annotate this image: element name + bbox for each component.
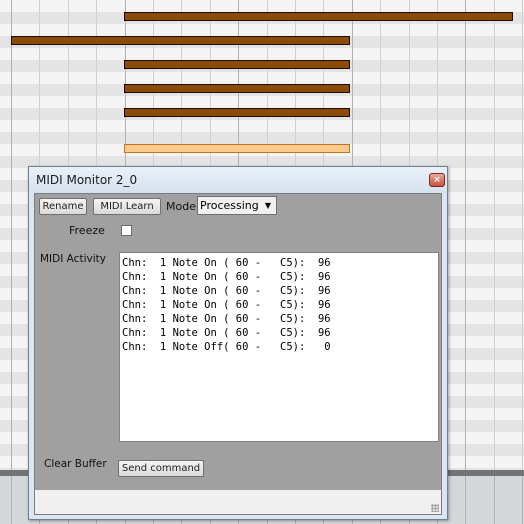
- resize-grip-icon[interactable]: [431, 504, 439, 512]
- midi-note[interactable]: [124, 108, 350, 117]
- midi-monitor-window: MIDI Monitor 2_0 × Rename MIDI Learn Mod…: [28, 166, 448, 520]
- title-bar[interactable]: MIDI Monitor 2_0 ×: [29, 167, 447, 193]
- freeze-checkbox[interactable]: [121, 225, 132, 236]
- piano-roll-row: [0, 132, 524, 144]
- midi-note[interactable]: [124, 84, 350, 93]
- midi-activity-line: Chn: 1 Note On ( 60 - C5): 96: [122, 271, 331, 283]
- grid-line: [494, 0, 495, 470]
- scroll-tick: [11, 476, 12, 524]
- monitor-panel: Rename MIDI Learn Mode Processing ▼ Free…: [34, 193, 442, 515]
- mode-value: Processing: [200, 199, 259, 212]
- midi-activity-label: MIDI Activity: [40, 253, 106, 265]
- piano-roll-row: [0, 96, 524, 108]
- midi-activity-line: Chn: 1 Note On ( 60 - C5): 96: [122, 313, 331, 325]
- midi-note[interactable]: [124, 12, 513, 21]
- scroll-tick: [494, 476, 495, 524]
- midi-note[interactable]: [124, 60, 350, 69]
- freeze-label: Freeze: [69, 224, 105, 237]
- piano-roll-row: [0, 120, 524, 132]
- midi-activity-line: Chn: 1 Note On ( 60 - C5): 96: [122, 257, 331, 269]
- midi-note-selected[interactable]: [124, 144, 350, 153]
- rename-button[interactable]: Rename: [39, 198, 87, 215]
- midi-activity-line: Chn: 1 Note On ( 60 - C5): 96: [122, 327, 331, 339]
- piano-roll-row: [0, 24, 524, 36]
- status-bar: [35, 490, 441, 514]
- send-command-button[interactable]: Send command: [118, 460, 204, 477]
- midi-activity-line: Chn: 1 Note On ( 60 - C5): 96: [122, 299, 331, 311]
- grid-line: [465, 0, 466, 470]
- mode-label: Mode: [166, 200, 196, 213]
- midi-activity-log[interactable]: Chn: 1 Note On ( 60 - C5): 96 Chn: 1 Note…: [119, 252, 439, 442]
- piano-roll-row: [0, 48, 524, 60]
- midi-note[interactable]: [11, 36, 350, 45]
- midi-activity-line: Chn: 1 Note On ( 60 - C5): 96: [122, 285, 331, 297]
- midi-learn-button[interactable]: MIDI Learn: [93, 198, 161, 215]
- window-title: MIDI Monitor 2_0: [36, 173, 138, 187]
- scroll-tick: [465, 476, 466, 524]
- piano-roll-row: [0, 0, 524, 12]
- clear-buffer-label: Clear Buffer: [44, 458, 107, 470]
- grid-line: [11, 0, 12, 470]
- mode-select[interactable]: Processing ▼: [197, 196, 277, 215]
- close-icon[interactable]: ×: [429, 173, 445, 187]
- scroll-tick: [522, 476, 523, 524]
- piano-roll-row: [0, 72, 524, 84]
- midi-activity-line: Chn: 1 Note Off( 60 - C5): 0: [122, 341, 331, 353]
- chevron-down-icon: ▼: [264, 201, 271, 210]
- grid-line: [522, 0, 523, 470]
